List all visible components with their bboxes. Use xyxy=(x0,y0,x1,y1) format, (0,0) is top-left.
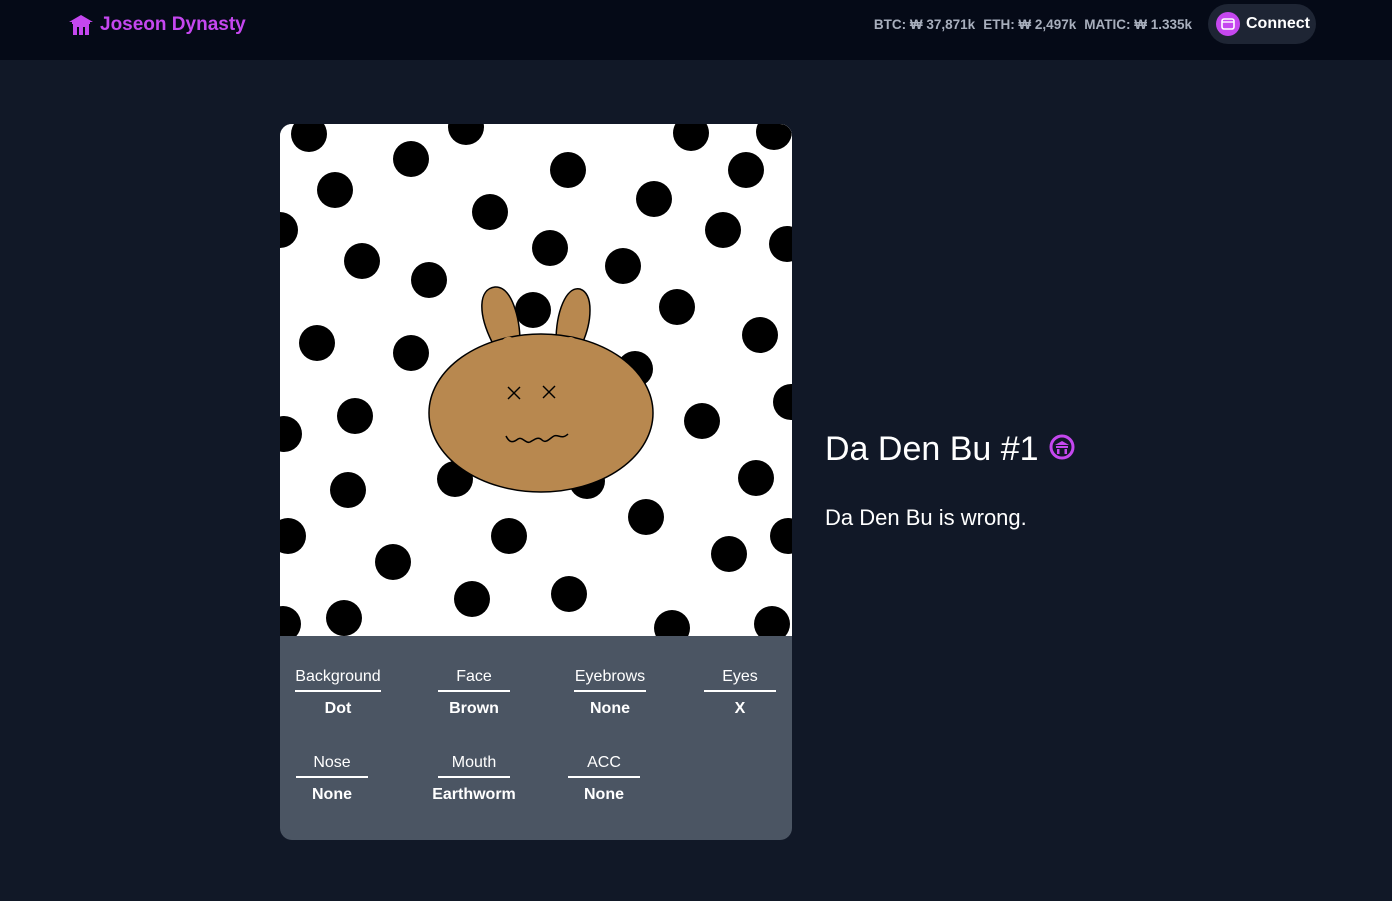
trait-label: Eyebrows xyxy=(574,668,646,692)
nft-title: Da Den Bu #1 xyxy=(825,430,1075,469)
polka-dot xyxy=(728,152,764,188)
brand-link[interactable]: Joseon Dynasty xyxy=(68,12,246,38)
brand-name: Joseon Dynasty xyxy=(100,14,246,35)
trait-label: Face xyxy=(438,668,510,692)
polka-dot xyxy=(711,536,747,572)
polka-dot xyxy=(375,544,411,580)
trait-label: Mouth xyxy=(438,754,510,778)
polka-dot xyxy=(454,581,490,617)
polka-dot xyxy=(344,243,380,279)
polka-dot xyxy=(628,499,664,535)
connect-label: Connect xyxy=(1246,15,1310,32)
trait-value: None xyxy=(590,700,630,717)
trait-value: Earthworm xyxy=(432,786,516,803)
polka-dot xyxy=(738,460,774,496)
top-bar: Joseon Dynasty BTC: ₩ 37,871k ETH: ₩ 2,4… xyxy=(0,0,1392,60)
polka-dot xyxy=(317,172,353,208)
polka-dot xyxy=(491,518,527,554)
nft-description: Da Den Bu is wrong. xyxy=(825,505,1027,530)
nft-card: Background Dot Face Brown Eyebrows None … xyxy=(280,124,792,840)
trait-value: X xyxy=(734,700,746,717)
polka-dot xyxy=(705,212,741,248)
trait-eyebrows: Eyebrows None xyxy=(560,668,660,718)
nft-artwork xyxy=(280,124,792,636)
price-btc: BTC: ₩ 37,871k xyxy=(873,16,976,32)
polka-dot xyxy=(411,262,447,298)
wallet-icon xyxy=(1216,12,1240,36)
trait-label: Eyes xyxy=(704,668,776,692)
trait-acc: ACC None xyxy=(554,754,654,804)
price-ticker: BTC: ₩ 37,871k ETH: ₩ 2,497k MATIC: ₩ 1.… xyxy=(874,15,1192,33)
trait-label: Nose xyxy=(296,754,368,778)
trait-label: ACC xyxy=(568,754,640,778)
polka-dot xyxy=(515,292,551,328)
trait-value: None xyxy=(312,786,352,803)
trait-background: Background Dot xyxy=(288,668,388,718)
polka-dot xyxy=(532,230,568,266)
polka-dot xyxy=(393,141,429,177)
polka-dot xyxy=(742,317,778,353)
trait-label: Background xyxy=(295,668,381,692)
palace-icon xyxy=(68,14,94,36)
traits-panel: Background Dot Face Brown Eyebrows None … xyxy=(280,636,792,840)
trait-eyes: Eyes X xyxy=(690,668,790,718)
nft-image xyxy=(280,124,792,636)
polka-dot xyxy=(472,194,508,230)
polka-dot xyxy=(330,472,366,508)
trait-value: Dot xyxy=(324,700,352,717)
polka-dot xyxy=(393,335,429,371)
polka-dot xyxy=(636,181,672,217)
connect-wallet-button[interactable]: Connect xyxy=(1208,4,1316,44)
polka-dot xyxy=(550,152,586,188)
polka-dot xyxy=(326,600,362,636)
nft-title-text: Da Den Bu #1 xyxy=(825,430,1039,468)
trait-value: None xyxy=(584,786,624,803)
polka-dot xyxy=(551,576,587,612)
trait-face: Face Brown xyxy=(424,668,524,718)
price-eth: ETH: ₩ 2,497k xyxy=(983,16,1077,32)
polka-dot xyxy=(659,289,695,325)
trait-value: Brown xyxy=(449,700,499,717)
polka-dot xyxy=(299,325,335,361)
polka-dot xyxy=(684,403,720,439)
polka-dot xyxy=(337,398,373,434)
trait-nose: Nose None xyxy=(282,754,382,804)
polka-dot xyxy=(605,248,641,284)
trait-mouth: Mouth Earthworm xyxy=(424,754,524,804)
price-matic: MATIC: ₩ 1.335k xyxy=(1084,16,1192,32)
palace-badge-icon xyxy=(1049,430,1075,469)
